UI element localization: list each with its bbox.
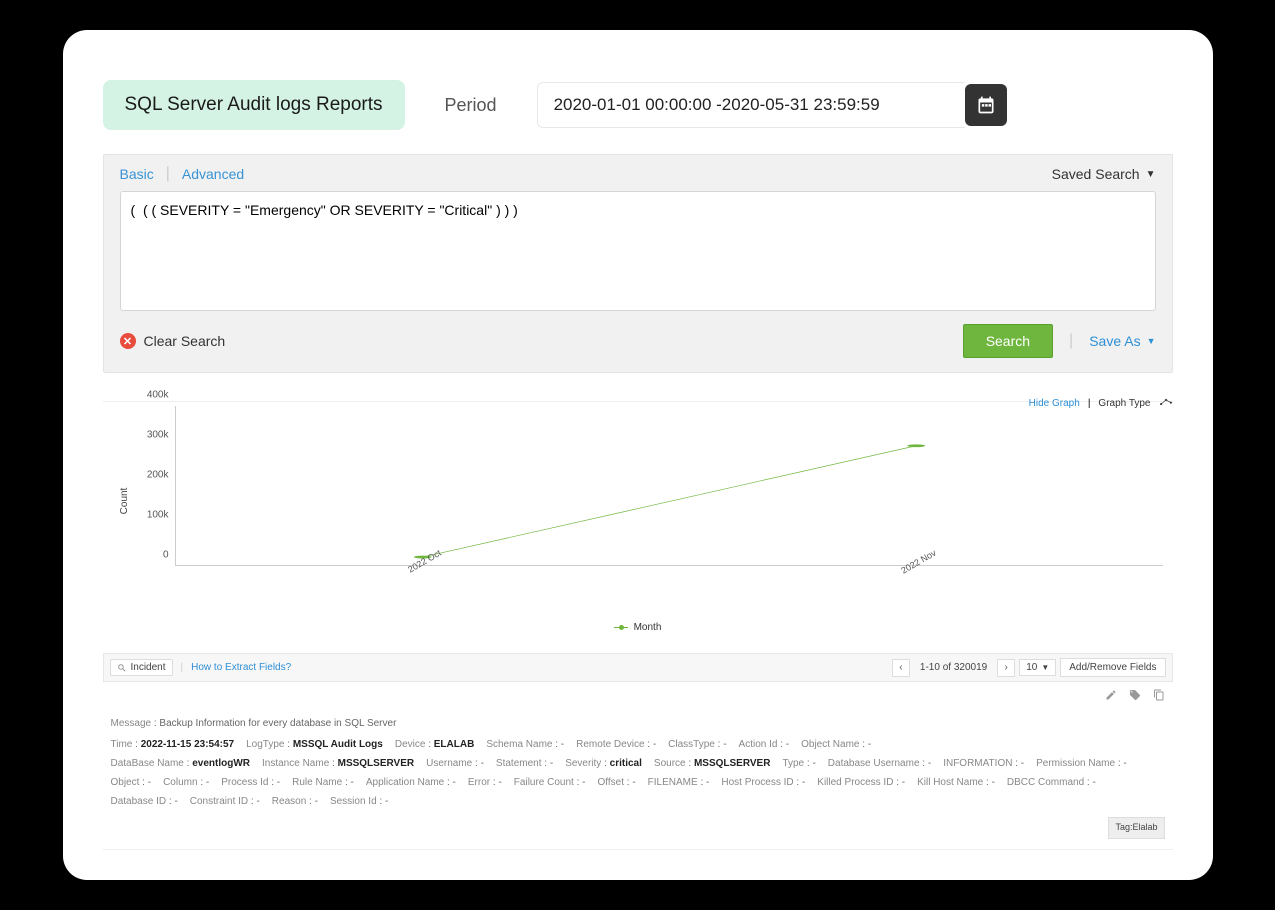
- chart-section: Hide Graph | Graph Type Count 0100k200k3…: [103, 391, 1173, 643]
- record-field: Database Username : -: [828, 758, 931, 769]
- saved-search-label: Saved Search: [1052, 166, 1140, 182]
- search-panel: Basic | Advanced Saved Search ▼ ( ( ( SE…: [103, 154, 1173, 373]
- y-tick-label: 300k: [147, 430, 169, 441]
- copy-icon[interactable]: [1153, 688, 1165, 706]
- record-fields: Time : 2022-11-15 23:54:57 LogType : MSSQ…: [111, 735, 1165, 811]
- incident-button[interactable]: Incident: [110, 659, 173, 676]
- search-icon: [117, 663, 127, 673]
- record-field: Constraint ID : -: [190, 796, 260, 807]
- legend-marker-icon: [614, 627, 628, 628]
- chart-plot: 2022 Oct2022 Nov: [175, 406, 1163, 566]
- record-field: LogType : MSSQL Audit Logs: [246, 739, 383, 750]
- record-field: Kill Host Name : -: [917, 777, 995, 788]
- record-field: Failure Count : -: [514, 777, 586, 788]
- record-tag: Tag:Elalab: [1108, 817, 1164, 838]
- clear-icon: ✕: [120, 333, 136, 349]
- record-field: Source : MSSQLSERVER: [654, 758, 771, 769]
- extract-fields-link[interactable]: How to Extract Fields?: [191, 662, 291, 673]
- clear-search-button[interactable]: ✕ Clear Search: [120, 333, 226, 349]
- record-field: Remote Device : -: [576, 739, 656, 750]
- message-value: Backup Information for every database in…: [159, 718, 396, 729]
- calendar-button[interactable]: [965, 84, 1007, 126]
- record-field: FILENAME : -: [648, 777, 710, 788]
- record-field: Permission Name : -: [1036, 758, 1127, 769]
- add-remove-fields-button[interactable]: Add/Remove Fields: [1060, 658, 1165, 677]
- record-field: Application Name : -: [366, 777, 456, 788]
- record-field: Process Id : -: [221, 777, 280, 788]
- record-field: Severity : critical: [565, 758, 642, 769]
- search-button[interactable]: Search: [963, 324, 1053, 358]
- record-field: ClassType : -: [668, 739, 726, 750]
- chart-legend: Month: [103, 622, 1173, 633]
- pager-next-button[interactable]: ›: [997, 659, 1015, 677]
- record-field: Rule Name : -: [292, 777, 354, 788]
- edit-icon[interactable]: [1105, 688, 1117, 706]
- results-toolbar: Incident | How to Extract Fields? ‹ 1-10…: [103, 653, 1173, 682]
- y-axis-title: Count: [118, 488, 129, 515]
- message-key: Message: [111, 718, 152, 729]
- pager-prev-button[interactable]: ‹: [892, 659, 910, 677]
- record-field: Object : -: [111, 777, 152, 788]
- saved-search-dropdown[interactable]: Saved Search ▼: [1052, 166, 1156, 182]
- y-tick-label: 400k: [147, 390, 169, 401]
- record-field: Host Process ID : -: [721, 777, 805, 788]
- period-picker: [537, 82, 1007, 128]
- record-field: Instance Name : MSSQLSERVER: [262, 758, 414, 769]
- save-as-label: Save As: [1089, 333, 1140, 349]
- page-size-dropdown[interactable]: 10▼: [1019, 659, 1056, 676]
- query-input[interactable]: ( ( ( SEVERITY = "Emergency" OR SEVERITY…: [120, 191, 1156, 311]
- caret-down-icon: ▼: [1146, 169, 1156, 180]
- chart-area: Count 0100k200k300k400k 2022 Oct2022 Nov: [133, 406, 1163, 596]
- y-tick-label: 0: [163, 550, 169, 561]
- record-field: DataBase Name : eventlogWR: [111, 758, 251, 769]
- record-field: Object Name : -: [801, 739, 871, 750]
- record-field: DBCC Command : -: [1007, 777, 1096, 788]
- period-input[interactable]: [537, 82, 965, 128]
- record-field: Action Id : -: [739, 739, 790, 750]
- y-tick-label: 200k: [147, 470, 169, 481]
- tab-separator: |: [166, 165, 170, 183]
- record-field: Offset : -: [598, 777, 636, 788]
- app-window: SQL Server Audit logs Reports Period Bas…: [63, 30, 1213, 879]
- record-field: Type : -: [782, 758, 815, 769]
- tab-basic[interactable]: Basic: [120, 166, 154, 182]
- period-label: Period: [445, 95, 497, 116]
- save-as-dropdown[interactable]: Save As ▼: [1089, 333, 1155, 349]
- pager-status: 1-10 of 320019: [914, 662, 993, 673]
- record-field: Schema Name : -: [486, 739, 564, 750]
- y-axis-ticks: 0100k200k300k400k: [133, 406, 173, 566]
- caret-down-icon: ▼: [1147, 336, 1156, 346]
- y-tick-label: 100k: [147, 510, 169, 521]
- page-title: SQL Server Audit logs Reports: [103, 80, 405, 130]
- record-field: Error : -: [468, 777, 502, 788]
- tab-advanced[interactable]: Advanced: [182, 166, 244, 182]
- record-field: Device : ELALAB: [395, 739, 474, 750]
- record-field: Killed Process ID : -: [817, 777, 905, 788]
- record-field: Time : 2022-11-15 23:54:57: [111, 739, 235, 750]
- record-field: Reason : -: [272, 796, 318, 807]
- log-record: Message : Backup Information for every d…: [103, 712, 1173, 849]
- incident-label: Incident: [131, 662, 166, 673]
- legend-series-label: Month: [634, 622, 662, 633]
- record-field: Statement : -: [496, 758, 553, 769]
- tag-icon[interactable]: [1129, 688, 1141, 706]
- record-field: INFORMATION : -: [943, 758, 1024, 769]
- header-row: SQL Server Audit logs Reports Period: [103, 80, 1173, 130]
- record-field: Username : -: [426, 758, 484, 769]
- record-action-icons: [103, 682, 1173, 712]
- record-field: Database ID : -: [111, 796, 178, 807]
- calendar-icon: [976, 95, 996, 115]
- record-field: Column : -: [163, 777, 209, 788]
- record-field: Session Id : -: [330, 796, 388, 807]
- clear-label: Clear Search: [144, 333, 226, 349]
